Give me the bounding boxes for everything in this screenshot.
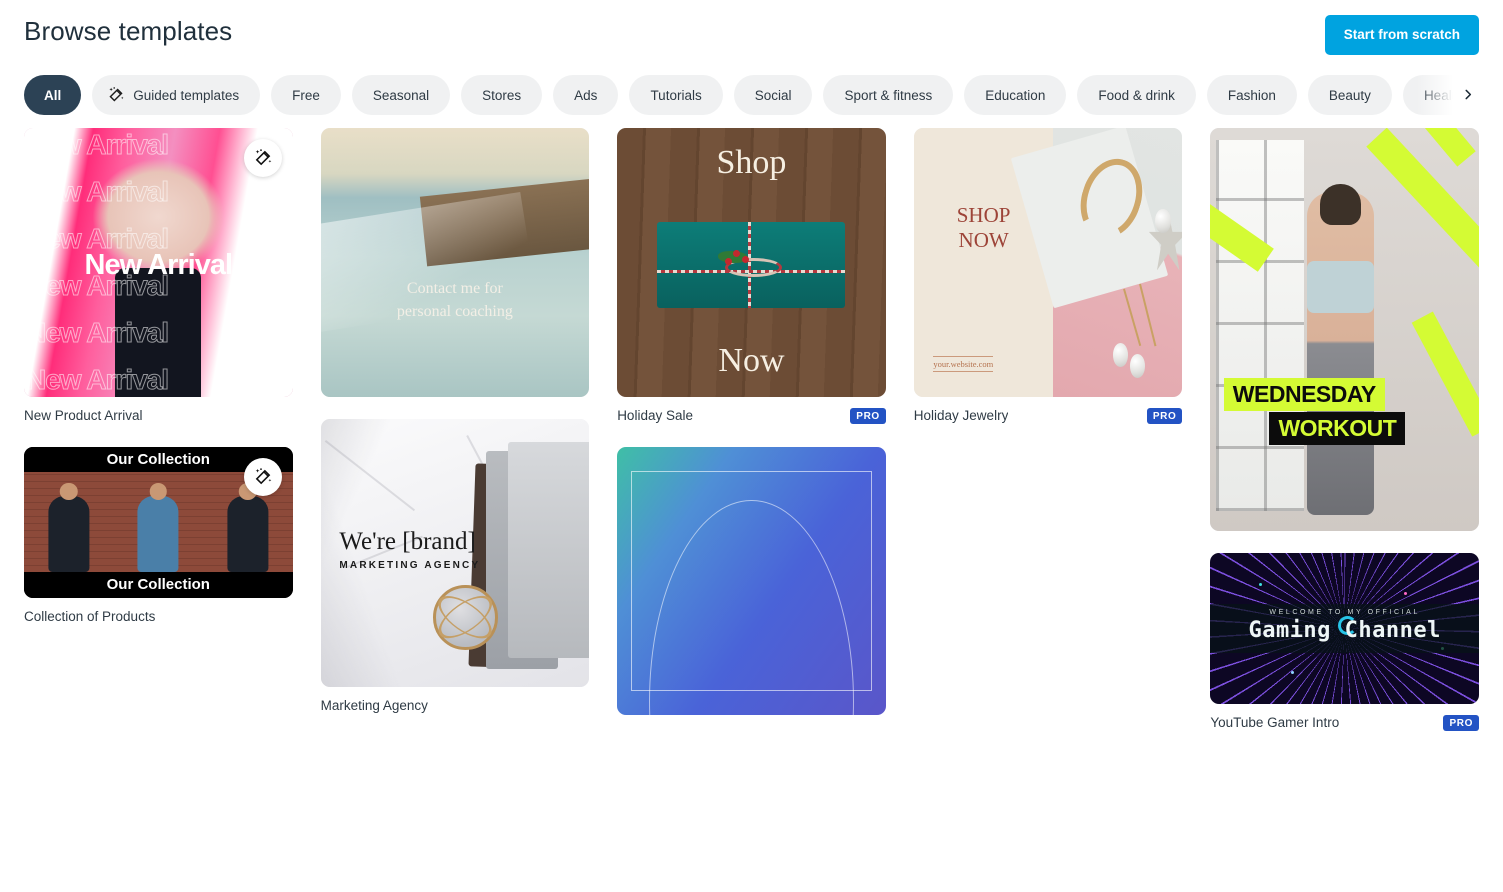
- filter-chip-health-wellness[interactable]: Health & wellness: [1402, 75, 1456, 115]
- pro-badge: PRO: [1146, 407, 1183, 424]
- template-card-new-product-arrival[interactable]: New Arrival New Arrival New Arrival New …: [24, 128, 293, 425]
- template-card-collection-of-products[interactable]: Our Collection Our Collection Collection…: [24, 446, 293, 626]
- artwork-top-text: Shop: [716, 144, 787, 182]
- magic-wand-icon[interactable]: [243, 457, 282, 496]
- template-grid: New Arrival New Arrival New Arrival New …: [0, 128, 1503, 848]
- artwork-website-url: your.website.com: [933, 356, 994, 373]
- filter-chip-social[interactable]: Social: [733, 75, 813, 115]
- filter-chip-all[interactable]: All: [24, 75, 82, 115]
- filter-chip-beauty[interactable]: Beauty: [1307, 75, 1392, 115]
- template-title: New Product Arrival: [24, 407, 143, 423]
- template-title: Marketing Agency: [320, 698, 428, 714]
- filter-chip-seasonal[interactable]: Seasonal: [351, 75, 451, 115]
- template-card-footer: Holiday Jewelry PRO: [914, 407, 1183, 425]
- page-title: Browse templates: [24, 16, 233, 46]
- filter-chip-food-drink[interactable]: Food & drink: [1077, 75, 1196, 115]
- artwork-text: Contact me for personal coaching: [396, 280, 513, 320]
- template-thumbnail[interactable]: Our Collection Our Collection: [24, 446, 293, 598]
- artwork-line-1: WEDNESDAY: [1223, 377, 1385, 411]
- start-from-scratch-button[interactable]: Start from scratch: [1324, 15, 1479, 55]
- template-card-footer: Holiday Sale PRO: [617, 407, 886, 425]
- magic-wand-icon: [107, 86, 125, 104]
- template-title: YouTube Gamer Intro: [1210, 714, 1340, 730]
- template-thumbnail[interactable]: [617, 446, 886, 716]
- filter-chip-tutorials[interactable]: Tutorials: [629, 75, 723, 115]
- template-card-holiday-jewelry[interactable]: SHOP NOW your.website.com Holiday Jewelr…: [913, 128, 1183, 425]
- artwork-subtitle: WELCOME TO MY OFFICIAL: [1269, 608, 1420, 616]
- template-thumbnail[interactable]: New Arrival New Arrival New Arrival New …: [24, 128, 293, 397]
- template-card-youtube-gamer-intro[interactable]: WELCOME TO MY OFFICIAL Gaming Channel Yo…: [1210, 552, 1479, 732]
- filter-chip-ads[interactable]: Ads: [553, 75, 619, 115]
- template-title: Holiday Jewelry: [913, 407, 1009, 423]
- template-thumbnail[interactable]: WELCOME TO MY OFFICIAL Gaming Channel: [1210, 552, 1479, 704]
- template-card-wednesday-workout[interactable]: WEDNESDAY WORKOUT: [1210, 128, 1479, 531]
- artwork-headline: New Arrival: [84, 248, 233, 281]
- template-title: Collection of Products: [24, 608, 156, 624]
- artwork-bottom-text: Our Collection: [24, 572, 293, 598]
- pro-badge: PRO: [850, 407, 886, 424]
- filter-chip-fashion[interactable]: Fashion: [1206, 75, 1297, 115]
- page-header: Browse templates Start from scratch: [0, 0, 1503, 72]
- artwork-line-2: WORKOUT: [1269, 412, 1406, 446]
- filter-chip-stores[interactable]: Stores: [461, 75, 543, 115]
- template-thumbnail[interactable]: Shop Now: [617, 128, 886, 397]
- artwork-title: Gaming Channel: [1248, 617, 1441, 643]
- artwork-bottom-text: Now: [718, 342, 785, 380]
- template-thumbnail[interactable]: SHOP NOW your.website.com: [913, 128, 1183, 397]
- template-thumbnail[interactable]: Contact me for personal coaching: [320, 128, 590, 397]
- filter-chip-guided-templates[interactable]: Guided templates: [92, 75, 261, 115]
- filter-chip-free[interactable]: Free: [271, 75, 341, 115]
- chevron-right-icon[interactable]: [1455, 81, 1481, 107]
- template-title: Holiday Sale: [617, 407, 693, 423]
- filter-chip-education[interactable]: Education: [964, 75, 1067, 115]
- template-card-marketing-agency[interactable]: We're [brand] MARKETING AGENCY Marketing…: [320, 418, 590, 716]
- filter-chip-scroller[interactable]: All Guided templates Free Seasonal Store…: [24, 72, 1456, 118]
- magic-wand-icon[interactable]: [243, 139, 282, 177]
- filter-chip-bar: All Guided templates Free Seasonal Store…: [0, 72, 1503, 128]
- artwork-text: We're [brand] MARKETING AGENCY: [339, 527, 481, 571]
- filter-chip-label: Guided templates: [133, 87, 240, 103]
- template-card-personal-coaching[interactable]: Contact me for personal coaching: [320, 128, 590, 397]
- template-card-footer: New Product Arrival: [24, 407, 293, 425]
- template-card-holiday-sale[interactable]: Shop Now Holiday Sale PRO: [617, 128, 886, 425]
- pro-badge: PRO: [1443, 714, 1479, 731]
- template-card-footer: Collection of Products: [24, 608, 293, 626]
- template-card-blue-gradient[interactable]: [617, 446, 886, 716]
- template-card-footer: Marketing Agency: [321, 697, 590, 715]
- template-thumbnail[interactable]: WEDNESDAY WORKOUT: [1210, 128, 1479, 531]
- template-thumbnail[interactable]: We're [brand] MARKETING AGENCY: [320, 418, 590, 688]
- template-card-footer: YouTube Gamer Intro PRO: [1210, 714, 1479, 732]
- filter-chip-sport-fitness[interactable]: Sport & fitness: [823, 75, 954, 115]
